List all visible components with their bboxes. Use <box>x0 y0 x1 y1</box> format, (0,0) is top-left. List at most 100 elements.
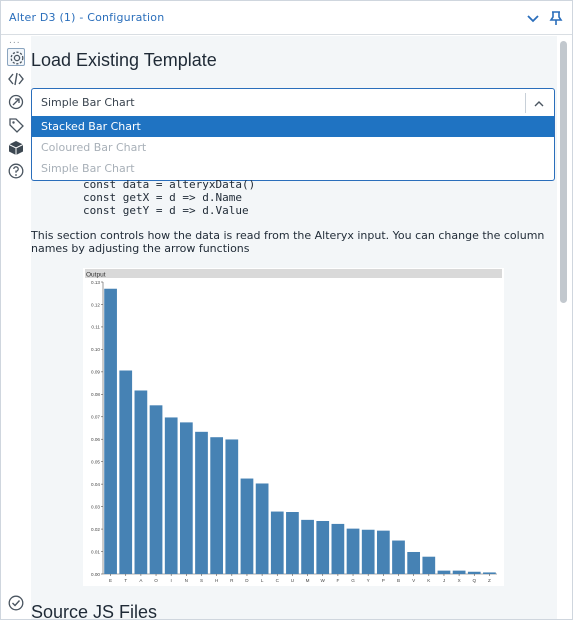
x-tick-label: U <box>291 578 294 583</box>
bar <box>255 483 269 574</box>
y-tick-label: 0.13 <box>91 280 100 285</box>
bar <box>331 523 345 574</box>
code-line: const getY = d => d.Value <box>83 204 249 217</box>
title-bar: Alter D3 (1) - Configuration <box>1 1 572 35</box>
x-tick-label: J <box>443 578 445 583</box>
y-tick-label: 0.03 <box>91 504 100 509</box>
template-select[interactable]: Simple Bar Chart <box>31 88 555 117</box>
bar <box>104 288 117 574</box>
bar <box>179 422 193 574</box>
bar <box>240 478 254 574</box>
x-tick-label: K <box>427 578 431 583</box>
y-tick-label: 0.07 <box>91 415 100 420</box>
option-simple-bar-chart[interactable]: Simple Bar Chart <box>32 158 554 179</box>
x-tick-label: M <box>306 578 310 583</box>
x-tick-label: C <box>276 578 280 583</box>
scrollbar-thumb[interactable] <box>560 41 567 303</box>
x-tick-label: G <box>351 578 355 583</box>
next-section-heading: Source JS Files <box>31 602 158 620</box>
x-tick-label: P <box>382 578 385 583</box>
bar <box>346 528 360 574</box>
x-tick-label: Z <box>488 578 491 583</box>
code-line: const data = alteryxData() <box>83 178 256 191</box>
y-tick-label: 0.04 <box>91 482 100 487</box>
x-tick-label: B <box>397 578 400 583</box>
section-description: This section controls how the data is re… <box>31 229 545 255</box>
x-tick-label: V <box>412 578 416 583</box>
x-tick-label: H <box>215 578 218 583</box>
bar <box>316 520 330 574</box>
x-tick-label: I <box>171 578 172 583</box>
chart-title-bar <box>85 269 502 278</box>
x-tick-label: Y <box>367 578 370 583</box>
x-tick-label: A <box>139 578 143 583</box>
bar <box>286 512 299 574</box>
x-tick-label: E <box>109 578 112 583</box>
icon-rail: ... <box>1 36 31 619</box>
bar <box>392 540 405 574</box>
bar <box>422 556 436 574</box>
bar <box>376 530 390 574</box>
x-tick-label: W <box>321 578 326 583</box>
bar <box>437 570 451 574</box>
bar <box>225 439 239 574</box>
bar <box>195 431 208 574</box>
window-title: Alter D3 (1) - Configuration <box>9 11 165 24</box>
more-icon[interactable]: ... <box>9 36 21 46</box>
cube-icon[interactable] <box>7 139 25 157</box>
select-divider <box>525 93 526 113</box>
x-tick-label: F <box>336 578 339 583</box>
gear-icon[interactable] <box>7 48 25 66</box>
bar <box>361 529 375 574</box>
x-tick-label: Q <box>472 578 476 583</box>
bar <box>407 551 421 574</box>
x-tick-label: L <box>261 578 264 583</box>
x-tick-label: R <box>230 578 234 583</box>
bar <box>149 405 163 574</box>
target-icon[interactable] <box>7 93 25 111</box>
y-tick-label: 0.00 <box>91 572 100 577</box>
y-tick-label: 0.10 <box>91 347 100 352</box>
y-tick-label: 0.02 <box>91 527 100 532</box>
check-circle-icon[interactable] <box>7 594 25 612</box>
section-heading: Load Existing Template <box>31 50 217 70</box>
bar <box>301 519 314 574</box>
bar <box>134 390 148 574</box>
y-tick-label: 0.11 <box>91 325 100 330</box>
pin-icon[interactable] <box>547 9 565 27</box>
bar <box>210 437 224 574</box>
x-tick-label: O <box>154 578 158 583</box>
template-dropdown-menu: Stacked Bar Chart Coloured Bar Chart Sim… <box>31 116 555 181</box>
bar <box>452 570 466 574</box>
bar <box>270 511 284 574</box>
chevron-up-icon[interactable] <box>532 96 546 110</box>
option-coloured-bar-chart[interactable]: Coloured Bar Chart <box>32 137 554 158</box>
x-tick-label: D <box>245 578 249 583</box>
tag-icon[interactable] <box>7 116 25 134</box>
y-tick-label: 0.06 <box>91 437 100 442</box>
y-tick-label: 0.01 <box>91 549 100 554</box>
chevron-down-icon[interactable] <box>525 10 541 26</box>
help-icon[interactable] <box>7 162 25 180</box>
bar <box>483 572 496 574</box>
code-snippet: const data = alteryxData() const getX = d… <box>83 178 255 217</box>
template-select-value: Simple Bar Chart <box>41 96 135 109</box>
option-stacked-bar-chart[interactable]: Stacked Bar Chart <box>32 116 554 137</box>
chart-preview: Output 0.00 0.01 0.02 0.03 0.04 0.05 0.06 0.07 0.… <box>83 268 504 586</box>
config-panel: Load Existing Template Simple Bar Chart … <box>31 36 557 620</box>
y-tick-label: 0.05 <box>91 459 100 464</box>
bar-chart: Output 0.00 0.01 0.02 0.03 0.04 0.05 0.06 0.07 0.… <box>85 269 502 583</box>
x-tick-label: S <box>200 578 203 583</box>
code-line: const getX = d => d.Name <box>83 191 242 204</box>
bar <box>164 417 178 574</box>
y-tick-label: 0.09 <box>91 370 100 375</box>
code-icon[interactable] <box>7 70 25 88</box>
x-tick-label: N <box>185 578 188 583</box>
chart-title: Output <box>86 272 106 279</box>
bar <box>467 571 481 574</box>
bar <box>119 370 133 574</box>
y-tick-label: 0.12 <box>91 302 100 307</box>
config-window: Alter D3 (1) - Configuration ... Load Ex… <box>0 0 573 620</box>
x-tick-label: X <box>458 578 461 583</box>
x-tick-label: T <box>124 578 127 583</box>
